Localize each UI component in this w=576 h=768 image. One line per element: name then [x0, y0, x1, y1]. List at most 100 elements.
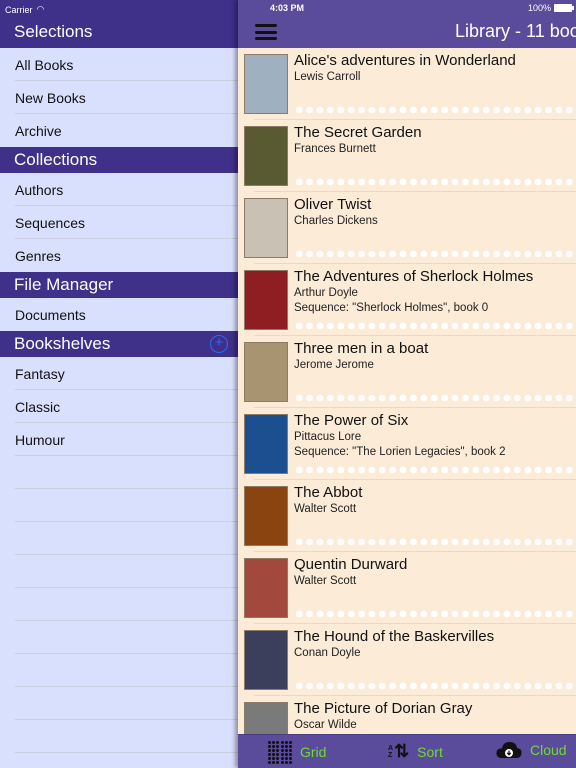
reading-progress-dots: [294, 322, 576, 330]
book-author: Lewis Carroll: [294, 71, 361, 83]
section-title: Bookshelves: [14, 334, 111, 353]
book-cover-image: [244, 702, 288, 734]
sort-button[interactable]: A Z ⇅ Sort: [388, 741, 443, 762]
sidebar-item-label: Authors: [15, 181, 64, 198]
book-title: The Hound of the Baskervilles: [294, 628, 495, 645]
status-bar: 4:03 PM 100%: [238, 0, 576, 16]
cloud-download-icon: [496, 742, 522, 758]
sidebar-item-new-books[interactable]: New Books: [0, 81, 240, 114]
sort-az-icon: A Z ⇅: [388, 741, 410, 761]
library-panel: 4:03 PM 100% Library - 11 books Alice's …: [238, 0, 576, 768]
sidebar-item-all-books[interactable]: All Books: [0, 48, 240, 81]
book-title: The Picture of Dorian Gray: [294, 700, 473, 717]
book-title: The Adventures of Sherlock Holmes: [294, 268, 534, 285]
book-cover-image: [244, 342, 288, 402]
reading-progress-dots: [294, 538, 576, 546]
empty-row: [0, 456, 240, 489]
add-bookshelf-button[interactable]: +: [210, 335, 228, 353]
hamburger-menu-icon[interactable]: [255, 24, 277, 40]
book-cover-image: [244, 630, 288, 690]
sort-label: Sort: [417, 743, 443, 760]
nav-bar: Library - 11 books: [238, 16, 576, 48]
empty-row: [0, 555, 240, 588]
book-title: The Power of Six: [294, 412, 409, 429]
book-row[interactable]: The Abbot Walter Scott: [238, 480, 576, 552]
sidebar-item-classic[interactable]: Classic: [0, 390, 240, 423]
sidebar-item-fantasy[interactable]: Fantasy: [0, 357, 240, 390]
book-sequence: Sequence: "The Lorien Legacies", book 2: [294, 446, 506, 458]
sidebar-item-label: Archive: [15, 122, 62, 139]
reading-progress-dots: [294, 394, 576, 402]
section-title: Selections: [14, 22, 93, 41]
sidebar-item-label: Documents: [15, 306, 86, 323]
book-cover-image: [244, 54, 288, 114]
sidebar: Carrier ◠ Selections All Books New Books…: [0, 0, 240, 768]
sidebar-item-label: New Books: [15, 89, 86, 106]
status-bar-left: Carrier ◠: [0, 0, 240, 16]
grid-view-button[interactable]: Grid: [268, 741, 326, 764]
book-list[interactable]: Alice's adventures in Wonderland Lewis Ca…: [238, 48, 576, 734]
carrier-label: Carrier: [5, 4, 33, 15]
cloud-button[interactable]: Cloud: [496, 741, 567, 759]
empty-row: [0, 720, 240, 753]
sidebar-item-label: Humour: [15, 431, 65, 448]
book-cover-image: [244, 558, 288, 618]
sidebar-item-label: All Books: [15, 56, 74, 73]
sidebar-item-label: Classic: [15, 398, 61, 415]
book-title: Alice's adventures in Wonderland: [294, 52, 516, 69]
sidebar-item-genres[interactable]: Genres: [0, 239, 240, 272]
book-row[interactable]: Oliver Twist Charles Dickens: [238, 192, 576, 264]
empty-row: [0, 489, 240, 522]
section-title: Collections: [14, 150, 98, 169]
book-row[interactable]: The Hound of the Baskervilles Conan Doyle: [238, 624, 576, 696]
section-header-bookshelves: Bookshelves +: [0, 331, 240, 357]
sidebar-item-label: Sequences: [15, 214, 86, 231]
empty-row: [0, 654, 240, 687]
book-sequence: Sequence: "Sherlock Holmes", book 0: [294, 302, 489, 314]
sidebar-item-sequences[interactable]: Sequences: [0, 206, 240, 239]
empty-row: [0, 588, 240, 621]
reading-progress-dots: [294, 250, 576, 258]
sidebar-item-authors[interactable]: Authors: [0, 173, 240, 206]
book-author: Frances Burnett: [294, 143, 376, 155]
cloud-label: Cloud: [530, 742, 567, 758]
page-title: Library - 11 books: [455, 21, 576, 41]
wifi-icon: ◠: [36, 4, 45, 14]
book-title: Three men in a boat: [294, 340, 429, 357]
sidebar-item-humour[interactable]: Humour: [0, 423, 240, 456]
battery-indicator: 100%: [528, 3, 575, 13]
app-root: Carrier ◠ Selections All Books New Books…: [0, 0, 576, 768]
book-row[interactable]: Three men in a boat Jerome Jerome: [238, 336, 576, 408]
reading-progress-dots: [294, 610, 576, 618]
book-author: Walter Scott: [294, 575, 357, 587]
bottom-toolbar: Grid A Z ⇅ Sort Cloud: [238, 734, 576, 768]
plus-circle-icon: +: [214, 334, 224, 351]
reading-progress-dots: [294, 682, 576, 690]
book-title: The Secret Garden: [294, 124, 422, 141]
book-author: Walter Scott: [294, 503, 357, 515]
empty-row: [0, 687, 240, 720]
section-title: File Manager: [14, 275, 114, 294]
battery-icon: [554, 4, 575, 12]
book-title: The Abbot: [294, 484, 363, 501]
book-row[interactable]: The Secret Garden Frances Burnett: [238, 120, 576, 192]
book-title: Oliver Twist: [294, 196, 372, 213]
empty-row: [0, 522, 240, 555]
sidebar-item-label: Genres: [15, 247, 61, 264]
sidebar-item-documents[interactable]: Documents: [0, 298, 240, 331]
sidebar-item-label: Fantasy: [15, 365, 65, 382]
status-time: 4:03 PM: [270, 3, 305, 13]
book-cover-image: [244, 126, 288, 186]
reading-progress-dots: [294, 178, 576, 186]
book-row[interactable]: The Picture of Dorian Gray Oscar Wilde: [238, 696, 576, 734]
sidebar-item-archive[interactable]: Archive: [0, 114, 240, 147]
book-author: Oscar Wilde: [294, 719, 357, 731]
book-row[interactable]: Alice's adventures in Wonderland Lewis Ca…: [238, 48, 576, 120]
book-row[interactable]: The Power of Six Pittacus Lore Sequence: "…: [238, 408, 576, 480]
reading-progress-dots: [294, 106, 576, 114]
grid-icon: [268, 741, 292, 764]
book-cover-image: [244, 486, 288, 546]
book-row[interactable]: The Adventures of Sherlock Holmes Arthur …: [238, 264, 576, 336]
book-row[interactable]: Quentin Durward Walter Scott: [238, 552, 576, 624]
section-header-file-manager: File Manager: [0, 272, 240, 298]
